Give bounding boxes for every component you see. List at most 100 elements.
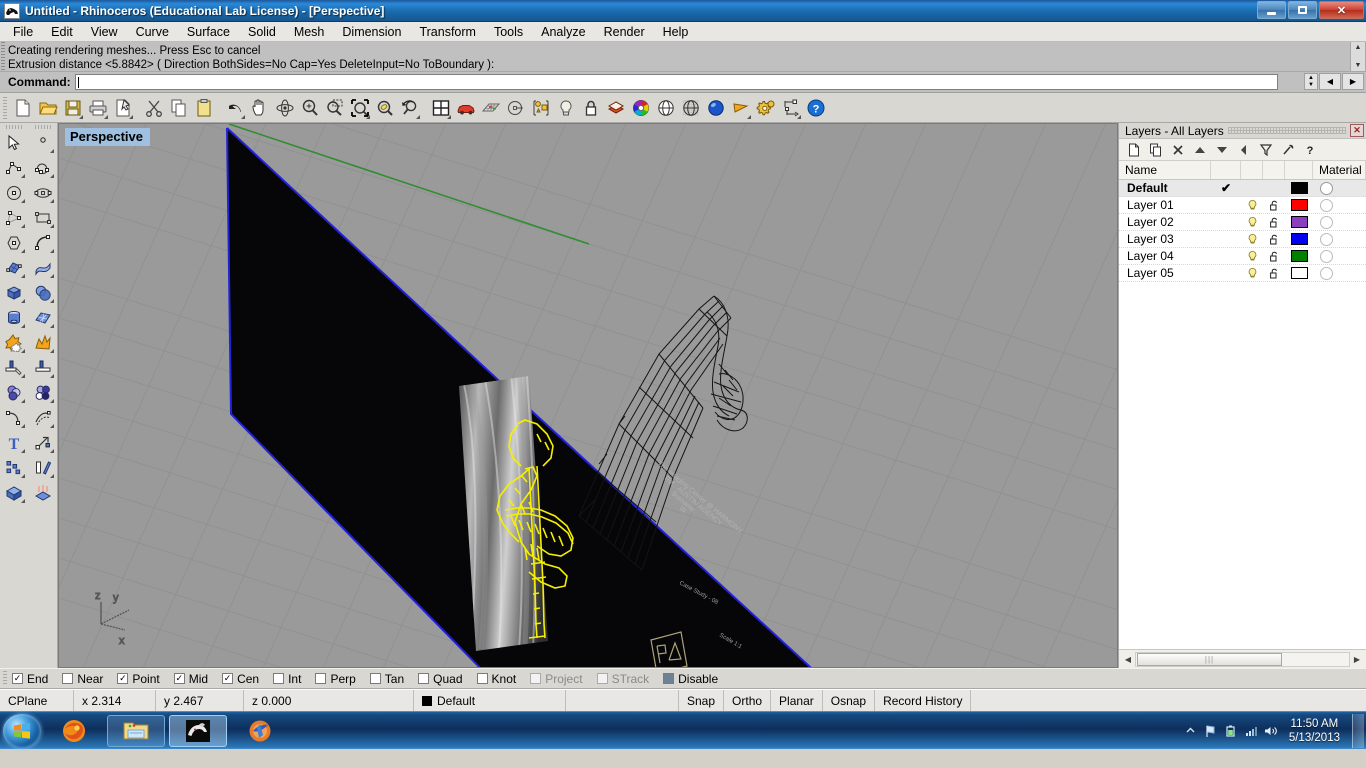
visibility-bulb-icon[interactable] [1241, 250, 1263, 263]
material-cell[interactable] [1313, 249, 1339, 263]
command-history-scrollbar[interactable]: ▲ ▼ [1350, 42, 1365, 71]
column-header-color[interactable] [1285, 161, 1313, 179]
arc-icon[interactable] [30, 230, 56, 255]
zoom-previous-icon[interactable] [397, 95, 422, 121]
osnap-cen[interactable]: ✓ Cen [222, 672, 259, 686]
pan-icon[interactable] [247, 95, 272, 121]
menu-analyze[interactable]: Analyze [532, 23, 594, 41]
zoom-in-icon[interactable] [297, 95, 322, 121]
material-cell[interactable] [1313, 181, 1339, 195]
material-circle-icon[interactable] [1319, 266, 1333, 280]
osnap-cen-checkbox[interactable]: ✓ [222, 673, 234, 684]
filter-layer-icon[interactable] [1256, 141, 1275, 159]
grid-settings-icon[interactable] [478, 95, 503, 121]
scroll-down-icon[interactable]: ▼ [1351, 60, 1365, 71]
layer-color-swatch[interactable] [1290, 233, 1308, 245]
osnap-near-checkbox[interactable] [62, 673, 74, 684]
visibility-bulb-icon[interactable] [1241, 199, 1263, 212]
layer-color-swatch[interactable] [1290, 199, 1308, 211]
boolean-difference-icon[interactable] [1, 380, 27, 405]
layer-color-swatch[interactable] [1290, 267, 1308, 279]
material-circle-icon[interactable] [1319, 198, 1333, 212]
table-row[interactable]: Layer 04 [1119, 248, 1366, 265]
osnap-quad-checkbox[interactable] [418, 673, 430, 684]
spinner-down-icon[interactable]: ▼ [1305, 82, 1317, 90]
table-row[interactable]: Layer 03 [1119, 231, 1366, 248]
osnap-point-checkbox[interactable]: ✓ [117, 673, 129, 684]
spinner-up-icon[interactable]: ▲ [1305, 74, 1317, 82]
start-button[interactable] [3, 713, 41, 748]
control-point-curve-icon[interactable] [30, 155, 56, 180]
point-object-icon[interactable] [30, 130, 56, 155]
layer-name[interactable]: Layer 03 [1119, 232, 1211, 246]
ortho-toggle[interactable]: Ortho [724, 690, 772, 711]
taskbar-clock[interactable]: 11:50 AM 5/13/2013 [1281, 717, 1348, 745]
named-view-icon[interactable] [503, 95, 528, 121]
perspective-viewport[interactable]: Perspective The Imaging Center @ HARMONY… [58, 123, 1118, 668]
command-prev-button[interactable]: ◀ [1319, 73, 1341, 90]
layer-name[interactable]: Layer 02 [1119, 215, 1211, 229]
menu-mesh[interactable]: Mesh [285, 23, 334, 41]
save-file-icon[interactable] [60, 95, 85, 121]
delete-layer-icon[interactable] [1168, 141, 1187, 159]
material-cell[interactable] [1313, 215, 1339, 229]
surface-from-curves-icon[interactable] [1, 255, 27, 280]
osnap-tan-checkbox[interactable] [369, 673, 381, 684]
lock-toggle-icon[interactable] [1263, 267, 1285, 280]
table-row[interactable]: Layer 02 [1119, 214, 1366, 231]
scroll-right-arrow-icon[interactable]: ▶ [1350, 652, 1364, 667]
material-circle-icon[interactable] [1319, 215, 1333, 229]
curve-interpolate-icon[interactable] [1, 205, 27, 230]
osnap-near[interactable]: Near [62, 672, 103, 686]
column-header-visible[interactable] [1241, 161, 1263, 179]
zoom-extents-icon[interactable] [347, 95, 372, 121]
close-button[interactable]: ✕ [1319, 1, 1364, 19]
rectangle-icon[interactable] [30, 205, 56, 230]
osnap-knot-checkbox[interactable] [476, 673, 488, 684]
osnap-end-checkbox[interactable]: ✓ [12, 673, 23, 684]
menu-tools[interactable]: Tools [485, 23, 532, 41]
table-row[interactable]: Layer 05 [1119, 265, 1366, 282]
print-icon[interactable] [85, 95, 110, 121]
surface-sweep-icon[interactable] [30, 255, 56, 280]
tray-chevron-icon[interactable] [1181, 725, 1201, 736]
osnap-mid-checkbox[interactable]: ✓ [173, 673, 185, 684]
layer-color-cell[interactable] [1285, 233, 1313, 245]
previous-layer-icon[interactable] [1234, 141, 1253, 159]
current-layer-check[interactable]: ✔ [1211, 181, 1241, 195]
osnap-knot[interactable]: Knot [476, 672, 516, 686]
osnap-quad[interactable]: Quad [418, 672, 463, 686]
layers-horizontal-scrollbar[interactable]: ◀ ||| ▶ [1119, 649, 1366, 668]
move-icon[interactable] [30, 430, 56, 455]
material-circle-icon[interactable] [1319, 232, 1333, 246]
osnap-strack[interactable]: STrack [596, 672, 649, 686]
scroll-left-arrow-icon[interactable]: ◀ [1121, 652, 1135, 667]
light-icon[interactable] [553, 95, 578, 121]
flag-icon[interactable] [728, 95, 753, 121]
ellipse-icon[interactable] [30, 180, 56, 205]
copy-icon[interactable] [166, 95, 191, 121]
layer-color-cell[interactable] [1285, 199, 1313, 211]
tray-network-flag-icon[interactable] [1201, 724, 1221, 738]
layer-color-swatch[interactable] [1290, 182, 1308, 194]
planar-toggle[interactable]: Planar [771, 690, 823, 711]
taskbar-firefox[interactable] [45, 715, 103, 747]
lock-toggle-icon[interactable] [1263, 233, 1285, 246]
layer-color-cell[interactable] [1285, 250, 1313, 262]
viewport-title[interactable]: Perspective [65, 128, 150, 146]
osnap-point[interactable]: ✓ Point [117, 672, 160, 686]
osnap-mid[interactable]: ✓ Mid [173, 672, 208, 686]
menu-dimension[interactable]: Dimension [333, 23, 410, 41]
tray-volume-icon[interactable] [1261, 724, 1281, 738]
command-history-grip[interactable] [1, 42, 5, 71]
column-header-locked[interactable] [1263, 161, 1285, 179]
layers-list[interactable]: Default ✔ Layer 01 Layer 02 Layer 03 Lay… [1119, 180, 1366, 649]
menu-help[interactable]: Help [654, 23, 698, 41]
options-gear-icon[interactable] [753, 95, 778, 121]
viewport-canvas[interactable]: The Imaging Center @ HARMONY Ref.: AUSTI… [59, 124, 1117, 667]
layer-name[interactable]: Layer 05 [1119, 266, 1211, 280]
taskbar-media-player[interactable] [231, 715, 289, 747]
cut-icon[interactable] [141, 95, 166, 121]
fillet-curve-icon[interactable] [1, 405, 27, 430]
taskbar-explorer[interactable] [107, 714, 165, 747]
